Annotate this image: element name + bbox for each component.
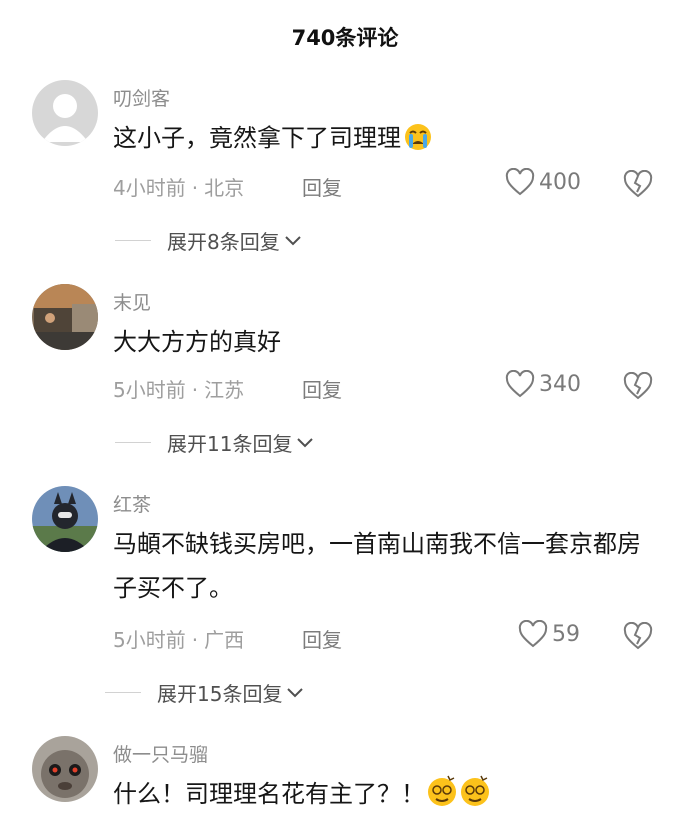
heart-icon	[505, 168, 535, 196]
comment-meta: 5小时前 · 江苏	[113, 378, 245, 402]
dislike-button[interactable]	[622, 621, 654, 654]
username[interactable]: 叨剑客	[113, 84, 170, 111]
like-button[interactable]: 400	[505, 168, 581, 196]
broken-heart-icon	[623, 371, 653, 400]
reply-button[interactable]: 回复	[302, 172, 342, 201]
comment-location: 北京	[204, 176, 245, 200]
comment-location: 江苏	[204, 378, 245, 402]
comment-count-title: 740条评论	[291, 26, 399, 50]
chevron-down-icon	[297, 437, 314, 447]
divider	[115, 239, 151, 242]
avatar-photo	[32, 486, 98, 552]
comment-text: 马頔不缺钱买房吧，一首南山南我不信一套京都房子买不了。	[113, 522, 653, 610]
broken-heart-icon	[623, 169, 653, 198]
comments-header: 740条评论	[0, 0, 690, 76]
avatar-photo	[32, 284, 98, 350]
heart-icon	[518, 620, 548, 648]
comment-time: 5小时前	[113, 378, 186, 402]
expand-replies-label: 展开15条回复	[157, 682, 283, 706]
dizzy-face-icon	[426, 774, 492, 822]
comment-body: 这小子，竟然拿下了司理理	[113, 124, 401, 152]
divider	[115, 441, 151, 444]
comment-meta: 5小时前 · 广西	[113, 628, 245, 652]
expand-replies-label: 展开8条回复	[167, 230, 280, 254]
expand-replies-button[interactable]: 展开11条回复	[115, 428, 314, 457]
avatar[interactable]	[32, 736, 98, 802]
comment-body: 大大方方的真好	[113, 328, 281, 356]
reply-button[interactable]: 回复	[302, 374, 342, 403]
expand-replies-button[interactable]: 展开15条回复	[105, 678, 304, 707]
expand-replies-label: 展开11条回复	[167, 432, 293, 456]
username[interactable]: 末见	[113, 288, 151, 315]
like-count: 400	[539, 169, 581, 195]
reply-button[interactable]: 回复	[302, 624, 342, 653]
like-button[interactable]: 340	[505, 370, 581, 398]
expand-replies-button[interactable]: 展开8条回复	[115, 226, 302, 255]
crying-face-icon	[402, 122, 434, 166]
heart-icon	[505, 370, 535, 398]
username[interactable]: 做一只马骝	[113, 740, 208, 767]
comment-time: 5小时前	[113, 628, 186, 652]
divider	[105, 691, 141, 694]
comment-meta: 4小时前 · 北京	[113, 176, 245, 200]
avatar[interactable]	[32, 486, 98, 552]
comment-text: 这小子，竟然拿下了司理理	[113, 116, 653, 166]
comment-body: 什么！司理理名花有主了？！	[113, 780, 425, 808]
like-count: 59	[552, 621, 580, 647]
avatar[interactable]	[32, 80, 98, 146]
like-button[interactable]: 59	[518, 620, 580, 648]
comment-time: 4小时前	[113, 176, 186, 200]
comment-body: 马頔不缺钱买房吧，一首南山南我不信一套京都房子买不了。	[113, 530, 641, 602]
like-count: 340	[539, 371, 581, 397]
comment-text: 什么！司理理名花有主了？！	[113, 772, 653, 822]
broken-heart-icon	[623, 621, 653, 650]
chevron-down-icon	[285, 235, 301, 245]
chevron-down-icon	[287, 687, 304, 697]
dislike-button[interactable]	[622, 371, 654, 404]
dislike-button[interactable]	[622, 169, 654, 202]
avatar-photo	[32, 736, 98, 802]
comment-location: 广西	[204, 628, 245, 652]
avatar[interactable]	[32, 284, 98, 350]
username[interactable]: 红茶	[113, 490, 151, 517]
comment-text: 大大方方的真好	[113, 320, 653, 364]
default-avatar-icon	[32, 80, 98, 146]
